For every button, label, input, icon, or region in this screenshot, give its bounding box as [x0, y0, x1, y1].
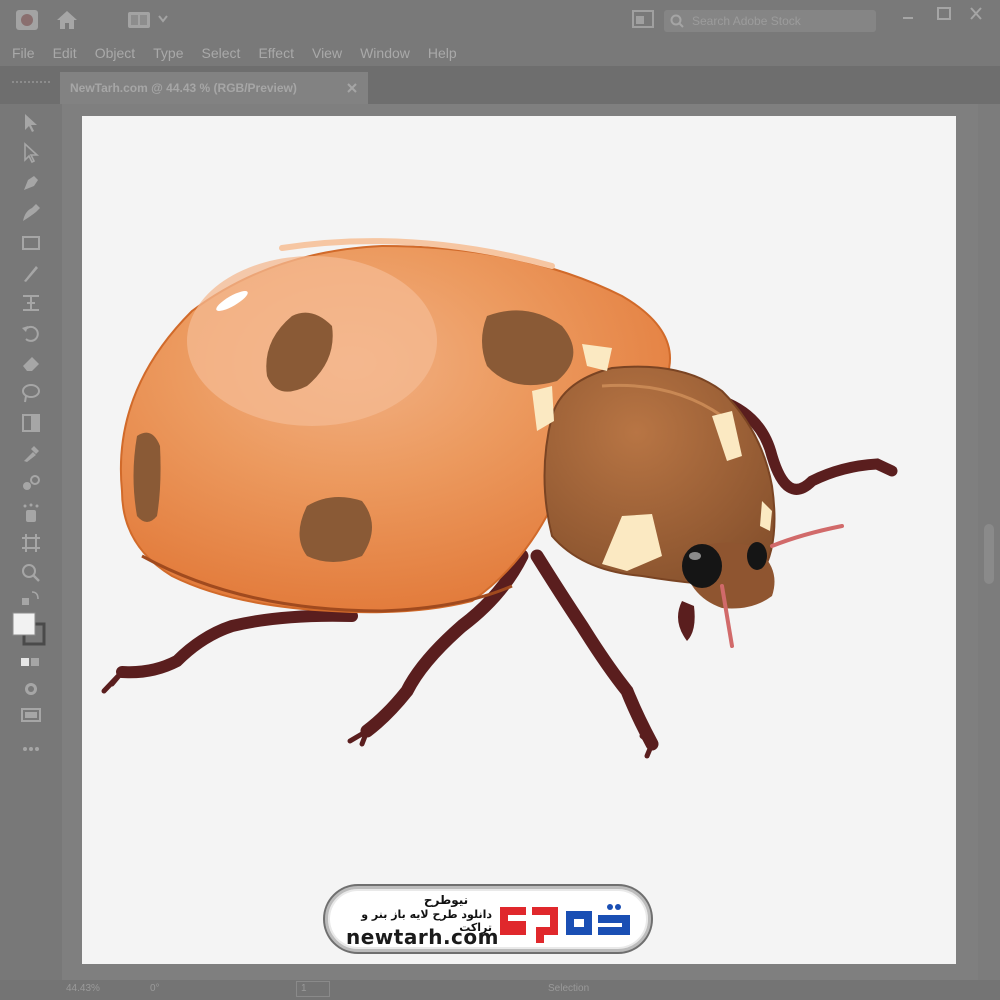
swap-colors-icon[interactable] [20, 588, 42, 610]
chevron-down-icon[interactable] [158, 12, 168, 31]
menu-edit[interactable]: Edit [53, 45, 77, 61]
home-icon[interactable] [55, 9, 79, 36]
eraser-icon[interactable] [20, 352, 42, 374]
zoom-icon[interactable] [20, 562, 42, 584]
search-icon [670, 14, 686, 33]
screen-mode-icon[interactable] [20, 704, 42, 726]
search-stock-field[interactable] [664, 10, 876, 32]
watermark-site: newtarh.com [346, 925, 499, 949]
leg-back-left [101, 609, 358, 694]
color-mode-icon[interactable] [20, 652, 42, 674]
selection-arrow-icon[interactable] [20, 112, 42, 134]
search-input[interactable] [692, 12, 868, 30]
more-tools-icon[interactable] [20, 738, 42, 760]
lasso-icon[interactable] [20, 382, 42, 404]
vertical-scrollbar[interactable] [978, 104, 1000, 984]
blend-icon[interactable] [20, 472, 42, 494]
curvature-icon[interactable] [20, 202, 42, 224]
antenna [770, 524, 844, 548]
grid-icon[interactable] [128, 12, 150, 33]
app-logo-icon [16, 10, 38, 30]
menu-effect[interactable]: Effect [258, 45, 294, 61]
document-tab[interactable]: NewTarh.com @ 44.43 % (RGB/Preview) [60, 72, 368, 104]
menu-file[interactable]: File [12, 45, 35, 61]
rectangle-icon[interactable] [20, 232, 42, 254]
gradient-icon[interactable] [20, 412, 42, 434]
eyedropper-icon[interactable] [20, 442, 42, 464]
close-tab-icon[interactable] [346, 81, 358, 99]
shell-spot [299, 497, 372, 562]
maximize-window-icon[interactable] [934, 6, 954, 22]
symbol-sprayer-icon[interactable] [20, 502, 42, 524]
rotation-value[interactable]: 0° [150, 983, 160, 994]
menu-object[interactable]: Object [95, 45, 135, 61]
watermark-badge: نیوطرح دانلود طرح لایه باز بنر و تراکت n… [325, 886, 651, 952]
current-tool-label: Selection [548, 983, 590, 994]
artboard-page-field[interactable]: 1 [296, 981, 330, 997]
shell-spot [133, 432, 161, 522]
arrange-documents-icon[interactable] [632, 10, 654, 33]
artboard-icon[interactable] [20, 532, 42, 554]
draw-mode-icon[interactable] [20, 678, 42, 700]
artboard[interactable] [82, 116, 956, 964]
menu-view[interactable]: View [312, 45, 342, 61]
panel-grip-icon[interactable] [12, 72, 52, 83]
menu-window[interactable]: Window [360, 45, 410, 61]
zoom-level[interactable]: 44.43% [66, 983, 100, 994]
beetle-eye [682, 544, 722, 588]
ladybug-illustration[interactable] [82, 116, 956, 964]
close-window-icon[interactable] [966, 6, 986, 22]
leg-front [530, 549, 659, 759]
brush-icon[interactable] [20, 262, 42, 284]
newtarh-logo-icon [496, 899, 636, 950]
menu-bar: File Edit Object Type Select Effect View… [0, 40, 1000, 66]
app-bar [0, 0, 1000, 40]
menu-select[interactable]: Select [202, 45, 241, 61]
direct-selection-icon[interactable] [20, 142, 42, 164]
eye-shine [689, 552, 701, 560]
menu-help[interactable]: Help [428, 45, 457, 61]
width-icon[interactable] [20, 292, 42, 314]
mouth-part [678, 601, 695, 641]
minimize-window-icon[interactable] [898, 6, 918, 22]
pen-icon[interactable] [20, 172, 42, 194]
beetle-eye-far [747, 542, 767, 570]
status-bar: 44.43% 0° 1 Selection [0, 980, 1000, 1000]
tools-panel [0, 104, 62, 984]
menu-type[interactable]: Type [153, 45, 183, 61]
document-tab-label: NewTarh.com @ 44.43 % (RGB/Preview) [70, 81, 297, 95]
rotate-icon[interactable] [20, 322, 42, 344]
fill-stroke-icon[interactable] [12, 612, 48, 646]
watermark-brand: نیوطرح [423, 893, 469, 907]
